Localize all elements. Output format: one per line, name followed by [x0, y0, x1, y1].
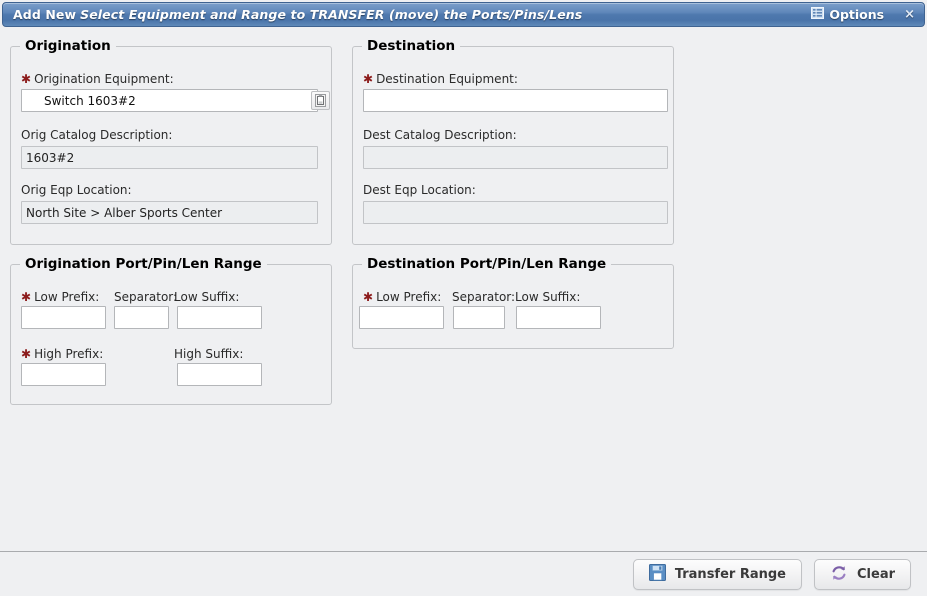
- origination-range-panel: Origination Port/Pin/Len Range ✱Low Pref…: [10, 264, 332, 405]
- origination-legend: Origination: [20, 38, 116, 54]
- footer-toolbar: Transfer Range Clear: [0, 552, 927, 596]
- destination-low-suffix-label-text: Low Suffix:: [515, 290, 580, 304]
- origination-catalog-description-label-text: Orig Catalog Description:: [21, 128, 172, 142]
- destination-eqp-location-input: [363, 201, 668, 224]
- origination-low-suffix-input[interactable]: [177, 306, 262, 329]
- window-title: Add New Select Equipment and Range to TRA…: [13, 7, 582, 22]
- destination-separator-input[interactable]: [453, 306, 505, 329]
- destination-low-suffix-input[interactable]: [516, 306, 601, 329]
- origination-separator-label-text: Separator:: [114, 290, 177, 304]
- close-icon[interactable]: ×: [904, 8, 915, 21]
- origination-panel: Origination ✱Origination Equipment: Orig…: [10, 46, 332, 245]
- origination-high-prefix-label: ✱High Prefix:: [21, 347, 103, 361]
- origination-equipment-picker-button[interactable]: [311, 91, 330, 110]
- origination-low-suffix-label-text: Low Suffix:: [174, 290, 239, 304]
- origination-high-suffix-label-text: High Suffix:: [174, 347, 243, 361]
- origination-equipment-label-text: Origination Equipment:: [34, 72, 174, 86]
- origination-low-prefix-label: ✱Low Prefix:: [21, 290, 99, 304]
- origination-separator-label: Separator:: [114, 290, 177, 304]
- origination-high-prefix-label-text: High Prefix:: [34, 347, 103, 361]
- destination-separator-label: Separator:: [452, 290, 515, 304]
- destination-separator-label-text: Separator:: [452, 290, 515, 304]
- origination-high-suffix-label: High Suffix:: [174, 347, 243, 361]
- origination-eqp-location-label-text: Orig Eqp Location:: [21, 183, 132, 197]
- clear-label: Clear: [857, 567, 895, 582]
- destination-range-legend: Destination Port/Pin/Len Range: [362, 256, 611, 272]
- destination-low-prefix-label: ✱Low Prefix:: [363, 290, 441, 304]
- window-title-subtitle: Select Equipment and Range to TRANSFER (…: [80, 7, 582, 22]
- destination-low-suffix-label: Low Suffix:: [515, 290, 580, 304]
- origination-low-prefix-input[interactable]: [21, 306, 106, 329]
- destination-catalog-description-label: Dest Catalog Description:: [363, 128, 517, 142]
- required-asterisk-icon: ✱: [363, 290, 373, 304]
- origination-high-prefix-input[interactable]: [21, 363, 106, 386]
- refresh-icon: [830, 564, 848, 585]
- options-label: Options: [829, 7, 884, 22]
- origination-separator-input[interactable]: [114, 306, 169, 329]
- destination-low-prefix-label-text: Low Prefix:: [376, 290, 441, 304]
- origination-catalog-description-input: [21, 146, 318, 169]
- required-asterisk-icon: ✱: [21, 347, 31, 361]
- destination-equipment-label: ✱Destination Equipment:: [363, 72, 518, 86]
- window-title-prefix: Add New: [13, 7, 76, 22]
- origination-equipment-label: ✱Origination Equipment:: [21, 72, 174, 86]
- origination-low-suffix-label: Low Suffix:: [174, 290, 239, 304]
- destination-catalog-description-input: [363, 146, 668, 169]
- options-button[interactable]: Options: [807, 5, 888, 24]
- picker-icon: [315, 94, 326, 107]
- required-asterisk-icon: ✱: [363, 72, 373, 86]
- destination-equipment-label-text: Destination Equipment:: [376, 72, 518, 86]
- destination-panel: Destination ✱Destination Equipment: Dest…: [352, 46, 674, 245]
- titlebar-actions: Options ×: [807, 5, 924, 24]
- origination-eqp-location-label: Orig Eqp Location:: [21, 183, 132, 197]
- window-titlebar: Add New Select Equipment and Range to TRA…: [2, 2, 925, 27]
- origination-high-suffix-input[interactable]: [177, 363, 262, 386]
- clear-button[interactable]: Clear: [814, 559, 911, 590]
- destination-low-prefix-input[interactable]: [359, 306, 444, 329]
- required-asterisk-icon: ✱: [21, 290, 31, 304]
- destination-eqp-location-label-text: Dest Eqp Location:: [363, 183, 476, 197]
- origination-catalog-description-label: Orig Catalog Description:: [21, 128, 172, 142]
- origination-low-prefix-label-text: Low Prefix:: [34, 290, 99, 304]
- transfer-range-button[interactable]: Transfer Range: [633, 559, 802, 590]
- destination-legend: Destination: [362, 38, 460, 54]
- origination-eqp-location-input: [21, 201, 318, 224]
- list-icon: [811, 7, 824, 22]
- origination-range-legend: Origination Port/Pin/Len Range: [20, 256, 267, 272]
- required-asterisk-icon: ✱: [21, 72, 31, 86]
- origination-equipment-input[interactable]: [21, 89, 318, 112]
- save-icon: [649, 564, 666, 584]
- destination-equipment-input[interactable]: [363, 89, 668, 112]
- destination-catalog-description-label-text: Dest Catalog Description:: [363, 128, 517, 142]
- transfer-range-label: Transfer Range: [675, 567, 786, 582]
- destination-range-panel: Destination Port/Pin/Len Range ✱Low Pref…: [352, 264, 674, 349]
- destination-eqp-location-label: Dest Eqp Location:: [363, 183, 476, 197]
